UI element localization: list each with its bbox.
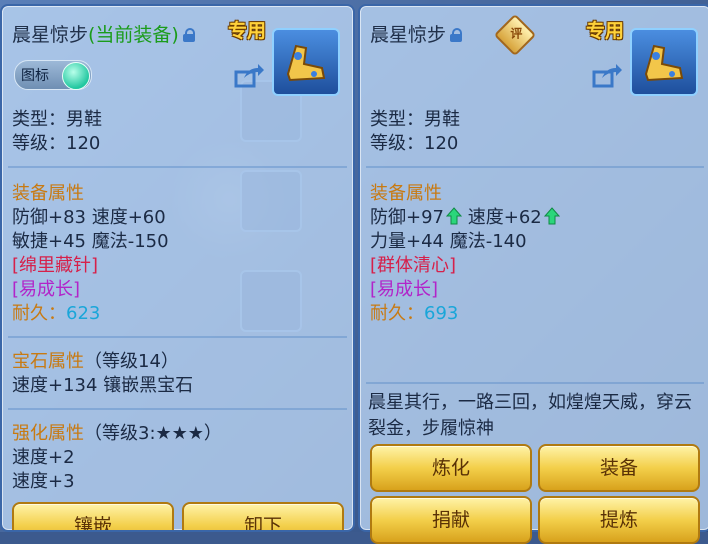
- extract-button[interactable]: 提炼: [538, 496, 700, 544]
- gem-heading: 宝石属性: [12, 351, 84, 372]
- exclusive-tag: 专用: [586, 20, 625, 42]
- up-arrow-icon: [446, 207, 462, 225]
- icon-toggle-label: 图标: [21, 68, 49, 84]
- item-title: 晨星惊步: [370, 20, 463, 47]
- item-level: 等级：120: [12, 133, 101, 154]
- item-type: 类型：男鞋: [370, 109, 460, 130]
- durability-value: 623: [66, 303, 101, 324]
- item-name: 晨星惊步: [12, 24, 89, 46]
- item-type: 类型：男鞋: [12, 109, 102, 130]
- divider: [8, 408, 347, 410]
- equipped-tag: (当前装备): [88, 24, 179, 46]
- gem-line: 速度+134 镶嵌黑宝石: [12, 375, 194, 396]
- enhance-attr-heading: 强化属性（等级3:★★★）: [12, 422, 222, 446]
- divider: [8, 166, 347, 168]
- enhance-level: （等级3:★★★）: [84, 423, 222, 444]
- gem-attr-heading: 宝石属性（等级14）: [12, 350, 179, 374]
- share-icon[interactable]: [592, 62, 622, 88]
- inlay-button[interactable]: 镶嵌: [12, 502, 174, 530]
- durability-value: 693: [424, 303, 459, 324]
- unequip-button[interactable]: 卸下: [182, 502, 344, 530]
- icon-toggle[interactable]: 图标: [14, 60, 92, 90]
- durability-label: 耐久：: [370, 303, 424, 324]
- special-skill: [群体清心]: [370, 255, 457, 276]
- equipped-item-panel: 晨星惊步(当前装备) 专用 图标 类型：男鞋 等级：120 装备属性 防御+83…: [0, 4, 355, 532]
- item-level: 等级：120: [370, 133, 459, 154]
- attr-line: 防御+97 速度+62: [370, 206, 560, 230]
- enhance-line: 速度+2: [12, 447, 75, 468]
- boots-item-icon: [630, 28, 698, 96]
- boots-item-icon: [272, 28, 340, 96]
- special-skill: [绵里藏针]: [12, 255, 99, 276]
- durability-label: 耐久：: [12, 303, 66, 324]
- divider: [8, 336, 347, 338]
- attr-line: 敏捷+45 魔法-150: [12, 231, 169, 252]
- donate-button[interactable]: 捐献: [370, 496, 532, 544]
- durability: 耐久：623: [12, 302, 100, 326]
- item-name: 晨星惊步: [370, 24, 447, 46]
- item-title: 晨星惊步(当前装备): [12, 20, 195, 47]
- attr-line: 防御+83 速度+60: [12, 207, 166, 228]
- divider: [366, 382, 704, 384]
- attr-line: 力量+44 魔法-140: [370, 231, 527, 252]
- toggle-knob: [62, 62, 90, 90]
- lock-icon[interactable]: [450, 28, 463, 42]
- share-icon[interactable]: [234, 62, 264, 88]
- enhance-line: 速度+3: [12, 471, 75, 492]
- refine-button[interactable]: 炼化: [370, 444, 532, 492]
- equip-attr-heading: 装备属性: [12, 183, 84, 204]
- attr-speed: 速度+62: [467, 207, 542, 228]
- divider: [366, 166, 704, 168]
- attr-defense: 防御+97: [370, 207, 444, 228]
- special-effect: [易成长]: [370, 279, 439, 300]
- review-badge-icon[interactable]: 评: [493, 13, 537, 57]
- up-arrow-icon: [543, 207, 560, 225]
- lock-icon[interactable]: [182, 28, 195, 42]
- equip-button[interactable]: 装备: [538, 444, 700, 492]
- exclusive-tag: 专用: [228, 20, 267, 42]
- gem-level: （等级14）: [84, 351, 179, 372]
- enhance-heading: 强化属性: [12, 423, 84, 444]
- equip-attr-heading: 装备属性: [370, 183, 442, 204]
- durability: 耐久：693: [370, 302, 458, 326]
- special-effect: [易成长]: [12, 279, 81, 300]
- item-description: 晨星其行，一路三回，如煌煌天威，穿云裂金，步履惊神: [368, 392, 692, 439]
